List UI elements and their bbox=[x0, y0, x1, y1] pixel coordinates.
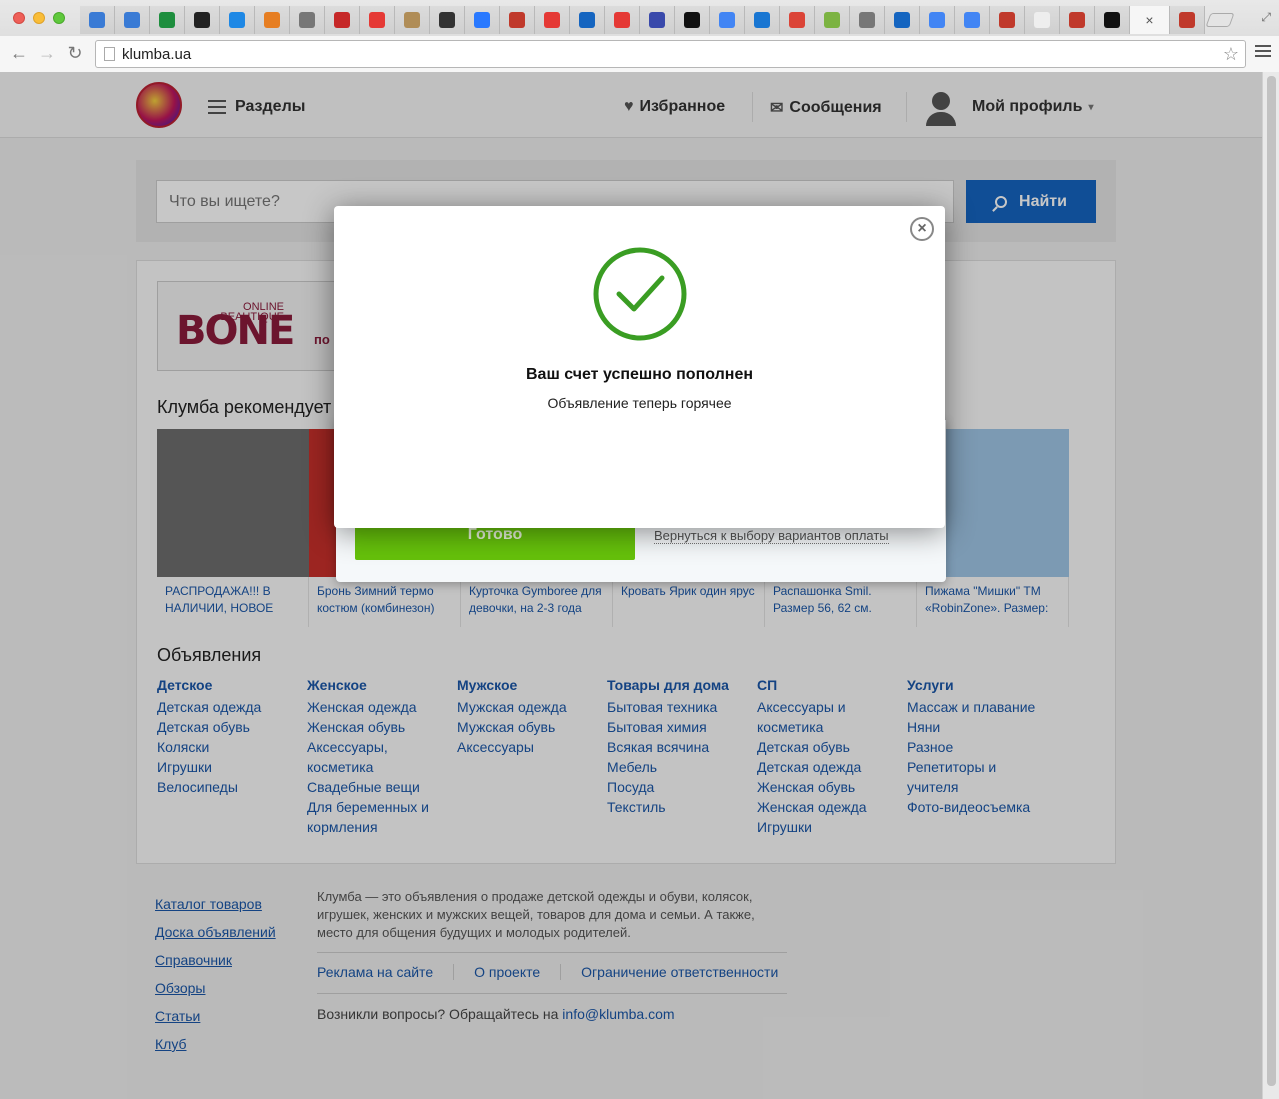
favicon-icon bbox=[719, 12, 735, 28]
modal-subtitle: Объявление теперь горячее bbox=[547, 395, 732, 411]
browser-tab[interactable] bbox=[360, 6, 395, 34]
favicon-icon bbox=[1104, 12, 1120, 28]
browser-menu-icon[interactable] bbox=[1255, 45, 1271, 59]
navigation-bar: ← → ↻ klumba.ua ☆ bbox=[0, 36, 1279, 72]
favicon-icon bbox=[509, 12, 525, 28]
browser-tab[interactable] bbox=[430, 6, 465, 34]
minimize-window-button[interactable] bbox=[33, 12, 45, 24]
new-tab-button[interactable] bbox=[1205, 6, 1235, 34]
browser-tab[interactable] bbox=[920, 6, 955, 34]
scrollbar[interactable] bbox=[1262, 72, 1279, 1099]
browser-tab[interactable] bbox=[1170, 6, 1205, 34]
browser-tab[interactable] bbox=[395, 6, 430, 34]
browser-tab[interactable] bbox=[325, 6, 360, 34]
favicon-icon bbox=[89, 12, 105, 28]
page-icon bbox=[104, 47, 115, 61]
favicon-icon bbox=[649, 12, 665, 28]
fullscreen-icon[interactable]: ⤢ bbox=[1261, 10, 1271, 25]
close-window-button[interactable] bbox=[13, 12, 25, 24]
favicon-icon bbox=[404, 12, 420, 28]
checkmark-icon bbox=[593, 247, 687, 341]
browser-tab[interactable] bbox=[115, 6, 150, 34]
favicon-icon bbox=[334, 12, 350, 28]
close-icon[interactable]: × bbox=[910, 217, 934, 241]
scrollbar-thumb[interactable] bbox=[1267, 76, 1276, 1086]
modal-title: Ваш счет успешно пополнен bbox=[525, 366, 754, 383]
zoom-window-button[interactable] bbox=[53, 12, 65, 24]
tab-strip: × bbox=[80, 6, 1260, 34]
favicon-icon bbox=[159, 12, 175, 28]
favicon-icon bbox=[124, 12, 140, 28]
favicon-icon bbox=[194, 12, 210, 28]
browser-tab[interactable] bbox=[465, 6, 500, 34]
browser-tab[interactable] bbox=[150, 6, 185, 34]
favicon-icon bbox=[544, 12, 560, 28]
favicon-icon bbox=[684, 12, 700, 28]
browser-tab[interactable] bbox=[570, 6, 605, 34]
browser-tab[interactable] bbox=[780, 6, 815, 34]
browser-tab[interactable] bbox=[290, 6, 325, 34]
browser-chrome: × ⤢ ← → ↻ klumba.ua ☆ bbox=[0, 0, 1279, 72]
favicon-icon bbox=[754, 12, 770, 28]
browser-tab[interactable] bbox=[640, 6, 675, 34]
browser-tab[interactable] bbox=[1095, 6, 1130, 34]
back-to-payment-link[interactable]: Вернуться к выбору вариантов оплаты bbox=[654, 528, 889, 544]
browser-tab[interactable] bbox=[815, 6, 850, 34]
browser-tab[interactable] bbox=[710, 6, 745, 34]
browser-tab[interactable] bbox=[745, 6, 780, 34]
browser-tab[interactable] bbox=[535, 6, 570, 34]
browser-tab[interactable] bbox=[990, 6, 1025, 34]
browser-tab[interactable] bbox=[500, 6, 535, 34]
browser-tab[interactable] bbox=[255, 6, 290, 34]
favicon-icon bbox=[439, 12, 455, 28]
favicon-icon bbox=[614, 12, 630, 28]
favicon-icon bbox=[369, 12, 385, 28]
favicon-icon bbox=[789, 12, 805, 28]
url-text: klumba.ua bbox=[122, 46, 192, 63]
browser-tab[interactable] bbox=[885, 6, 920, 34]
browser-tab[interactable] bbox=[605, 6, 640, 34]
browser-tab[interactable] bbox=[80, 6, 115, 34]
reload-icon[interactable]: ↻ bbox=[64, 43, 86, 64]
active-tab[interactable]: × bbox=[1130, 6, 1170, 34]
success-modal: × Ваш счет успешно пополнен Объявление т… bbox=[334, 206, 945, 528]
favicon-icon bbox=[474, 12, 490, 28]
favicon-icon bbox=[824, 12, 840, 28]
bookmark-star-icon[interactable]: ☆ bbox=[1223, 44, 1239, 65]
close-tab-icon[interactable]: × bbox=[1145, 12, 1153, 28]
favicon-icon bbox=[579, 12, 595, 28]
browser-tab[interactable] bbox=[1060, 6, 1095, 34]
favicon-icon bbox=[299, 12, 315, 28]
favicon-icon bbox=[964, 12, 980, 28]
favicon-icon bbox=[894, 12, 910, 28]
favicon-icon bbox=[859, 12, 875, 28]
forward-arrow-icon[interactable]: → bbox=[36, 43, 58, 64]
back-arrow-icon[interactable]: ← bbox=[8, 43, 30, 64]
browser-tab[interactable] bbox=[955, 6, 990, 34]
browser-tab[interactable] bbox=[220, 6, 255, 34]
favicon-icon bbox=[1179, 12, 1195, 28]
browser-tab[interactable] bbox=[1025, 6, 1060, 34]
address-bar[interactable]: klumba.ua ☆ bbox=[95, 40, 1246, 68]
browser-tab[interactable] bbox=[185, 6, 220, 34]
browser-tab[interactable] bbox=[850, 6, 885, 34]
favicon-icon bbox=[1034, 12, 1050, 28]
browser-tab[interactable] bbox=[675, 6, 710, 34]
favicon-icon bbox=[1069, 12, 1085, 28]
favicon-icon bbox=[929, 12, 945, 28]
favicon-icon bbox=[229, 12, 245, 28]
favicon-icon bbox=[264, 12, 280, 28]
favicon-icon bbox=[999, 12, 1015, 28]
